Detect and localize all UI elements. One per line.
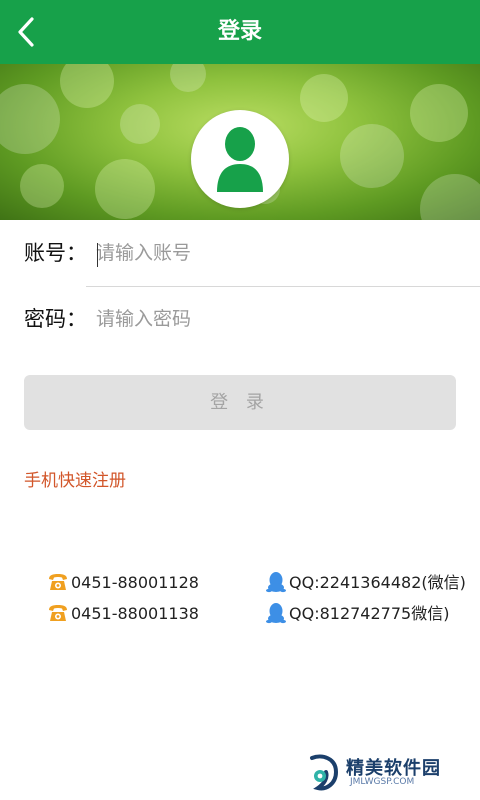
telephone-icon — [49, 574, 67, 590]
qq-number: QQ:812742775微信) — [289, 604, 450, 623]
bokeh-light — [420, 174, 480, 220]
watermark-logo-icon — [310, 754, 339, 791]
text-cursor — [97, 243, 98, 267]
qq-penguin-icon — [266, 603, 286, 624]
register-link[interactable]: 手机快速注册 — [24, 466, 126, 491]
bokeh-light — [60, 64, 114, 108]
contact-qq[interactable]: QQ:812742775微信) — [265, 602, 475, 626]
phone-number: 0451-88001138 — [71, 604, 199, 623]
watermark: 精美软件园 JMLWGSP.COM — [306, 752, 466, 792]
telephone-icon — [49, 605, 67, 621]
qq-number: QQ:2241364482(微信) — [289, 573, 466, 592]
page-title: 登录 — [217, 19, 262, 44]
bokeh-light — [300, 74, 348, 122]
qq-penguin-icon — [266, 572, 286, 593]
bokeh-light — [0, 84, 60, 154]
password-label: 密码： — [24, 307, 87, 331]
bokeh-light — [340, 124, 404, 188]
contact-phone[interactable]: 0451-88001128 — [47, 571, 237, 595]
password-input[interactable] — [96, 298, 456, 340]
account-label: 账号： — [24, 241, 87, 265]
account-row: 账号： — [0, 220, 480, 286]
contact-qq[interactable]: QQ:2241364482(微信) — [265, 571, 475, 595]
phone-number: 0451-88001128 — [71, 573, 199, 592]
contact-phone[interactable]: 0451-88001138 — [47, 602, 237, 626]
watermark-subtext: JMLWGSP.COM — [350, 777, 415, 787]
user-avatar-icon — [217, 127, 263, 192]
account-input[interactable] — [96, 232, 456, 274]
avatar — [191, 110, 289, 208]
bokeh-light — [410, 84, 468, 142]
header-banner — [0, 64, 480, 220]
app-header: 登录 — [0, 0, 480, 64]
bokeh-light — [170, 64, 206, 92]
password-row: 密码： — [0, 286, 480, 352]
bokeh-light — [120, 104, 160, 144]
login-button[interactable]: 登 录 — [24, 375, 456, 430]
bokeh-light — [95, 159, 155, 219]
bokeh-light — [20, 164, 64, 208]
